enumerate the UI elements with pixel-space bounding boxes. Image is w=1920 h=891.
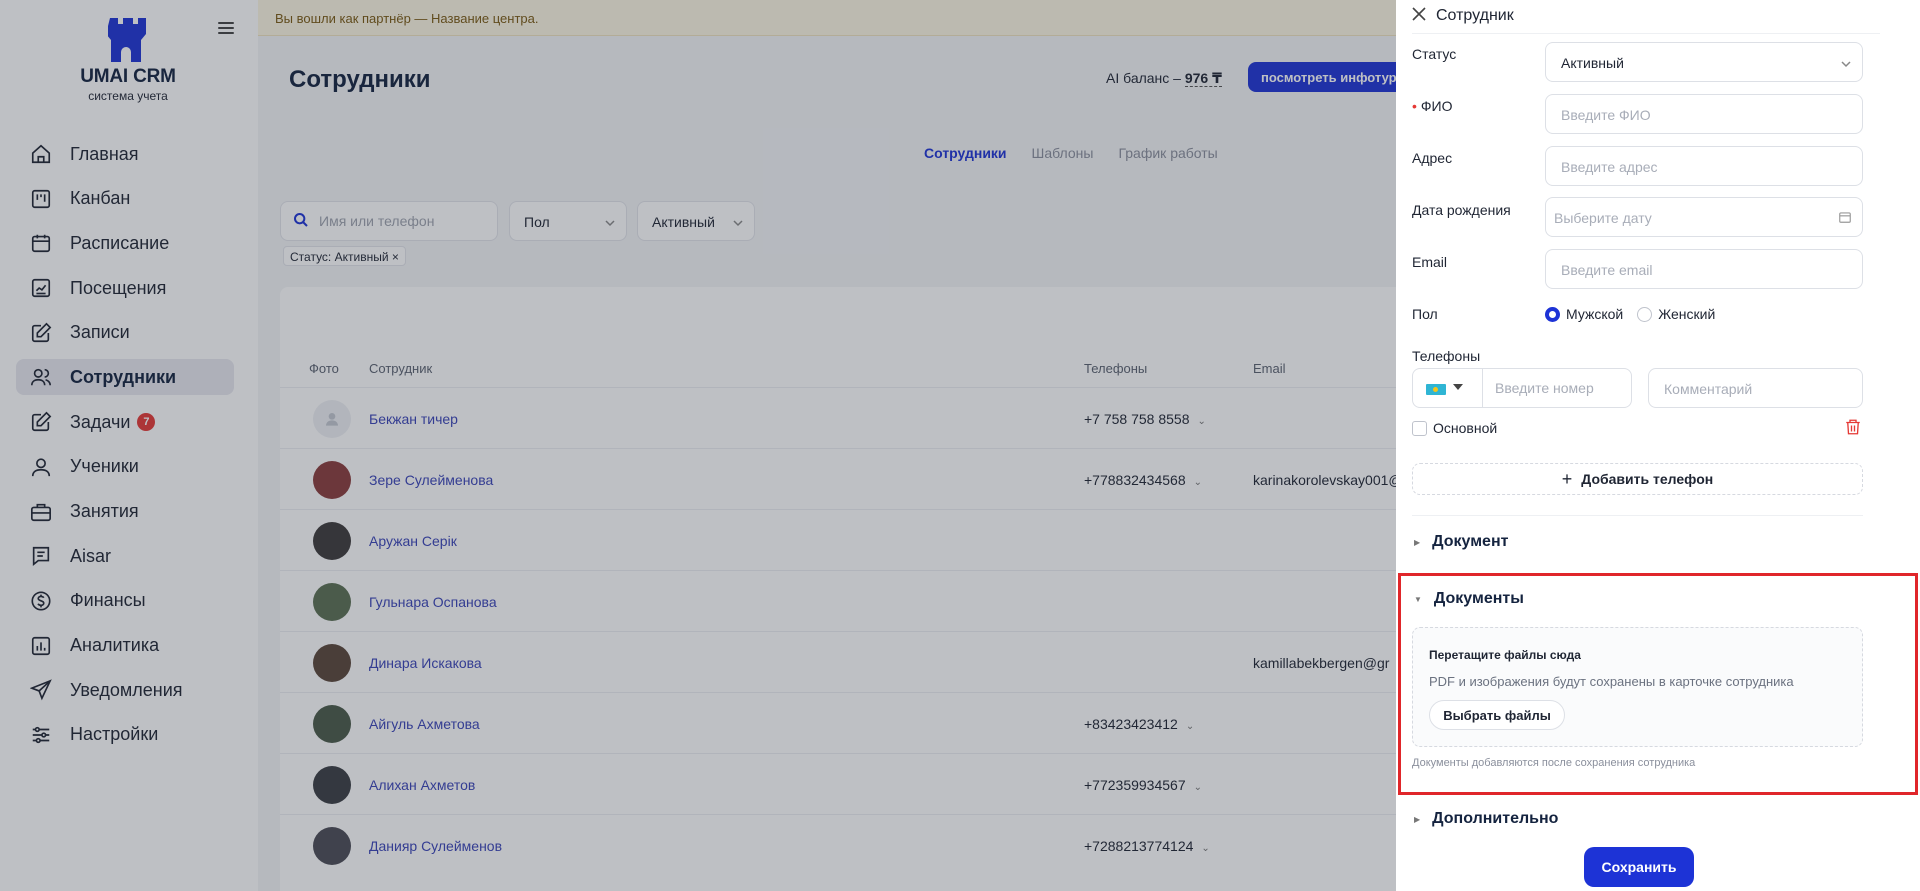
phone-comment-input[interactable]: Комментарий (1648, 368, 1863, 408)
drop-zone-description: PDF и изображения будут сохранены в карт… (1429, 674, 1794, 689)
phone-input-group: Введите номер (1412, 368, 1632, 408)
kz-flag-icon[interactable] (1426, 384, 1446, 395)
gender-female-label[interactable]: Женский (1658, 306, 1715, 322)
gender-female-radio[interactable] (1637, 306, 1653, 322)
status-value: Активный (1561, 55, 1624, 71)
gender-male-label[interactable]: Мужской (1566, 306, 1623, 322)
section-document-title: Документ (1432, 533, 1509, 550)
address-label: Адрес (1412, 150, 1453, 166)
caret-right-icon: ▶ (1414, 537, 1421, 547)
trash-icon[interactable] (1844, 418, 1862, 441)
chevron-down-icon (1840, 57, 1852, 73)
main-phone-checkbox-row[interactable]: Основной (1412, 420, 1497, 436)
choose-files-button[interactable]: Выбрать файлы (1429, 700, 1565, 730)
divider (1482, 369, 1483, 407)
documents-note: Документы добавляются после сохранения с… (1412, 757, 1696, 769)
fio-label: • ФИО (1412, 98, 1453, 114)
main-phone-label: Основной (1433, 420, 1498, 436)
close-icon[interactable] (1412, 6, 1426, 26)
section-additional[interactable]: ▶ Дополнительно (1414, 810, 1558, 828)
file-drop-zone[interactable]: Перетащите файлы сюда PDF и изображения … (1412, 627, 1863, 747)
birth-date-picker[interactable]: Выберите дату (1545, 197, 1863, 237)
section-documents-title: Документы (1433, 590, 1524, 607)
gender-label: Пол (1412, 306, 1438, 322)
email-input[interactable]: Введите email (1545, 249, 1863, 289)
caret-down-icon[interactable] (1453, 384, 1463, 390)
birth-date-placeholder: Выберите дату (1554, 210, 1652, 226)
divider (1412, 515, 1863, 516)
gender-radio-group: Мужской Женский (1545, 306, 1715, 322)
divider (1412, 33, 1880, 34)
section-additional-title: Дополнительно (1432, 810, 1559, 827)
section-document[interactable]: ▶ Документ (1414, 533, 1508, 551)
gender-male-radio[interactable] (1545, 306, 1560, 322)
status-select[interactable]: Активный (1545, 42, 1863, 82)
drawer-header: Сотрудник (1412, 6, 1514, 26)
modal-overlay[interactable] (0, 0, 1396, 891)
caret-down-icon: ▼ (1414, 594, 1422, 604)
phone-input[interactable]: Введите номер (1495, 380, 1594, 396)
add-phone-label: Добавить телефон (1581, 471, 1714, 487)
birth-date-label: Дата рождения (1412, 202, 1511, 218)
email-label: Email (1412, 254, 1448, 270)
drop-zone-title: Перетащите файлы сюда (1429, 648, 1581, 662)
plus-icon: + (1561, 468, 1573, 489)
status-label: Статус (1412, 46, 1457, 62)
fio-label-text: ФИО (1420, 98, 1453, 114)
drawer-title: Сотрудник (1436, 7, 1514, 24)
main-phone-checkbox[interactable] (1412, 420, 1427, 436)
caret-right-icon: ▶ (1414, 814, 1421, 824)
save-button[interactable]: Сохранить (1584, 847, 1694, 887)
fio-input[interactable]: Введите ФИО (1545, 94, 1863, 134)
calendar-icon (1838, 210, 1852, 227)
required-marker: • (1412, 98, 1417, 114)
section-documents[interactable]: ▼ Документы (1414, 590, 1524, 608)
add-phone-button[interactable]: + Добавить телефон (1412, 463, 1863, 495)
address-input[interactable]: Введите адрес (1545, 146, 1863, 186)
phones-label: Телефоны (1412, 348, 1481, 364)
employee-drawer: Сотрудник Статус Активный • ФИО Введите Ф… (1396, 0, 1920, 891)
